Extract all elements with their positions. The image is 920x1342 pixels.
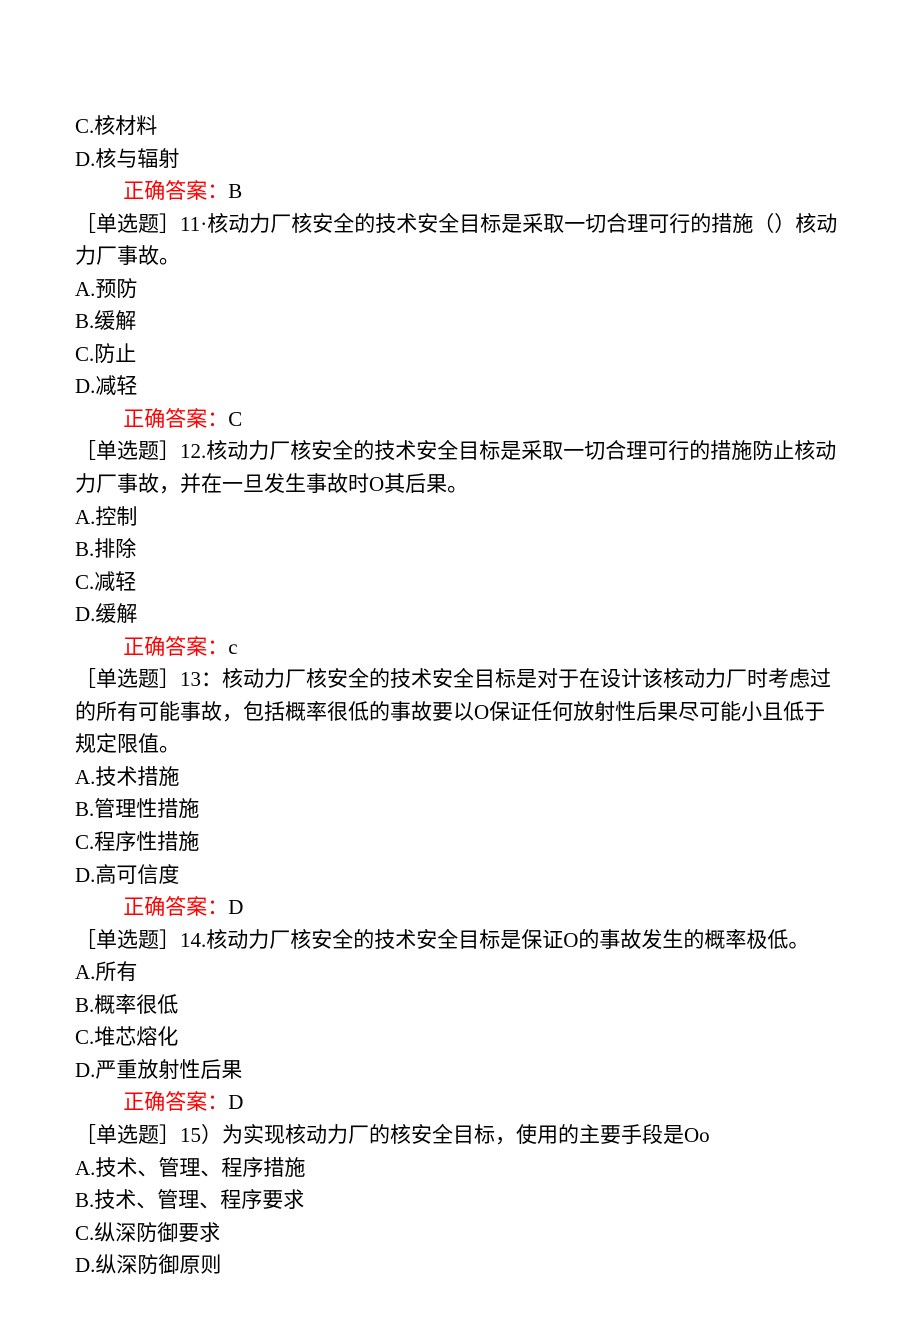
q15-option-a: A.技术、管理、程序措施 [75,1152,845,1185]
q13-option-b: B.管理性措施 [75,793,845,826]
q12-option-a: A.控制 [75,501,845,534]
q13-option-a: A.技术措施 [75,761,845,794]
q13-answer-line: 正确答案：D [75,891,845,924]
q12-option-c: C.减轻 [75,566,845,599]
answer-label: 正确答案： [75,635,228,659]
q11-option-c: C.防止 [75,338,845,371]
q14-option-c: C.堆芯熔化 [75,1021,845,1054]
answer-label: 正确答案： [75,895,228,919]
document-page: C.核材料 D.核与辐射 正确答案：B ［单选题］11·核动力厂核安全的技术安全… [0,0,920,1342]
q10-option-c: C.核材料 [75,110,845,143]
q15-option-d: D.纵深防御原则 [75,1249,845,1282]
q10-option-d: D.核与辐射 [75,143,845,176]
answer-label: 正确答案： [75,179,228,203]
q15-stem: ［单选题］15）为实现核动力厂的核安全目标，使用的主要手段是Oo [75,1119,845,1152]
q14-answer-line: 正确答案：D [75,1086,845,1119]
answer-letter: c [228,635,237,659]
q11-answer-line: 正确答案：C [75,403,845,436]
q12-answer-line: 正确答案：c [75,631,845,664]
answer-label: 正确答案： [75,1090,228,1114]
answer-letter: D [228,895,243,919]
q14-option-a: A.所有 [75,956,845,989]
q15-option-c: C.纵深防御要求 [75,1217,845,1250]
q11-option-d: D.减轻 [75,370,845,403]
q12-option-d: D.缓解 [75,598,845,631]
q11-stem: ［单选题］11·核动力厂核安全的技术安全目标是采取一切合理可行的措施（）核动力厂… [75,208,845,273]
q13-option-c: C.程序性措施 [75,826,845,859]
answer-letter: D [228,1090,243,1114]
q14-stem: ［单选题］14.核动力厂核安全的技术安全目标是保证O的事故发生的概率极低。 [75,924,845,957]
q11-option-b: B.缓解 [75,305,845,338]
answer-letter: C [228,407,242,431]
q11-option-a: A.预防 [75,273,845,306]
q12-option-b: B.排除 [75,533,845,566]
q14-option-b: B.概率很低 [75,989,845,1022]
q13-stem: ［单选题］13：核动力厂核安全的技术安全目标是对于在设计该核动力厂时考虑过的所有… [75,663,845,761]
q13-option-d: D.高可信度 [75,859,845,892]
q15-option-b: B.技术、管理、程序要求 [75,1184,845,1217]
q14-option-d: D.严重放射性后果 [75,1054,845,1087]
answer-label: 正确答案： [75,407,228,431]
q10-answer-line: 正确答案：B [75,175,845,208]
q12-stem: ［单选题］12.核动力厂核安全的技术安全目标是采取一切合理可行的措施防止核动力厂… [75,435,845,500]
answer-letter: B [228,179,242,203]
